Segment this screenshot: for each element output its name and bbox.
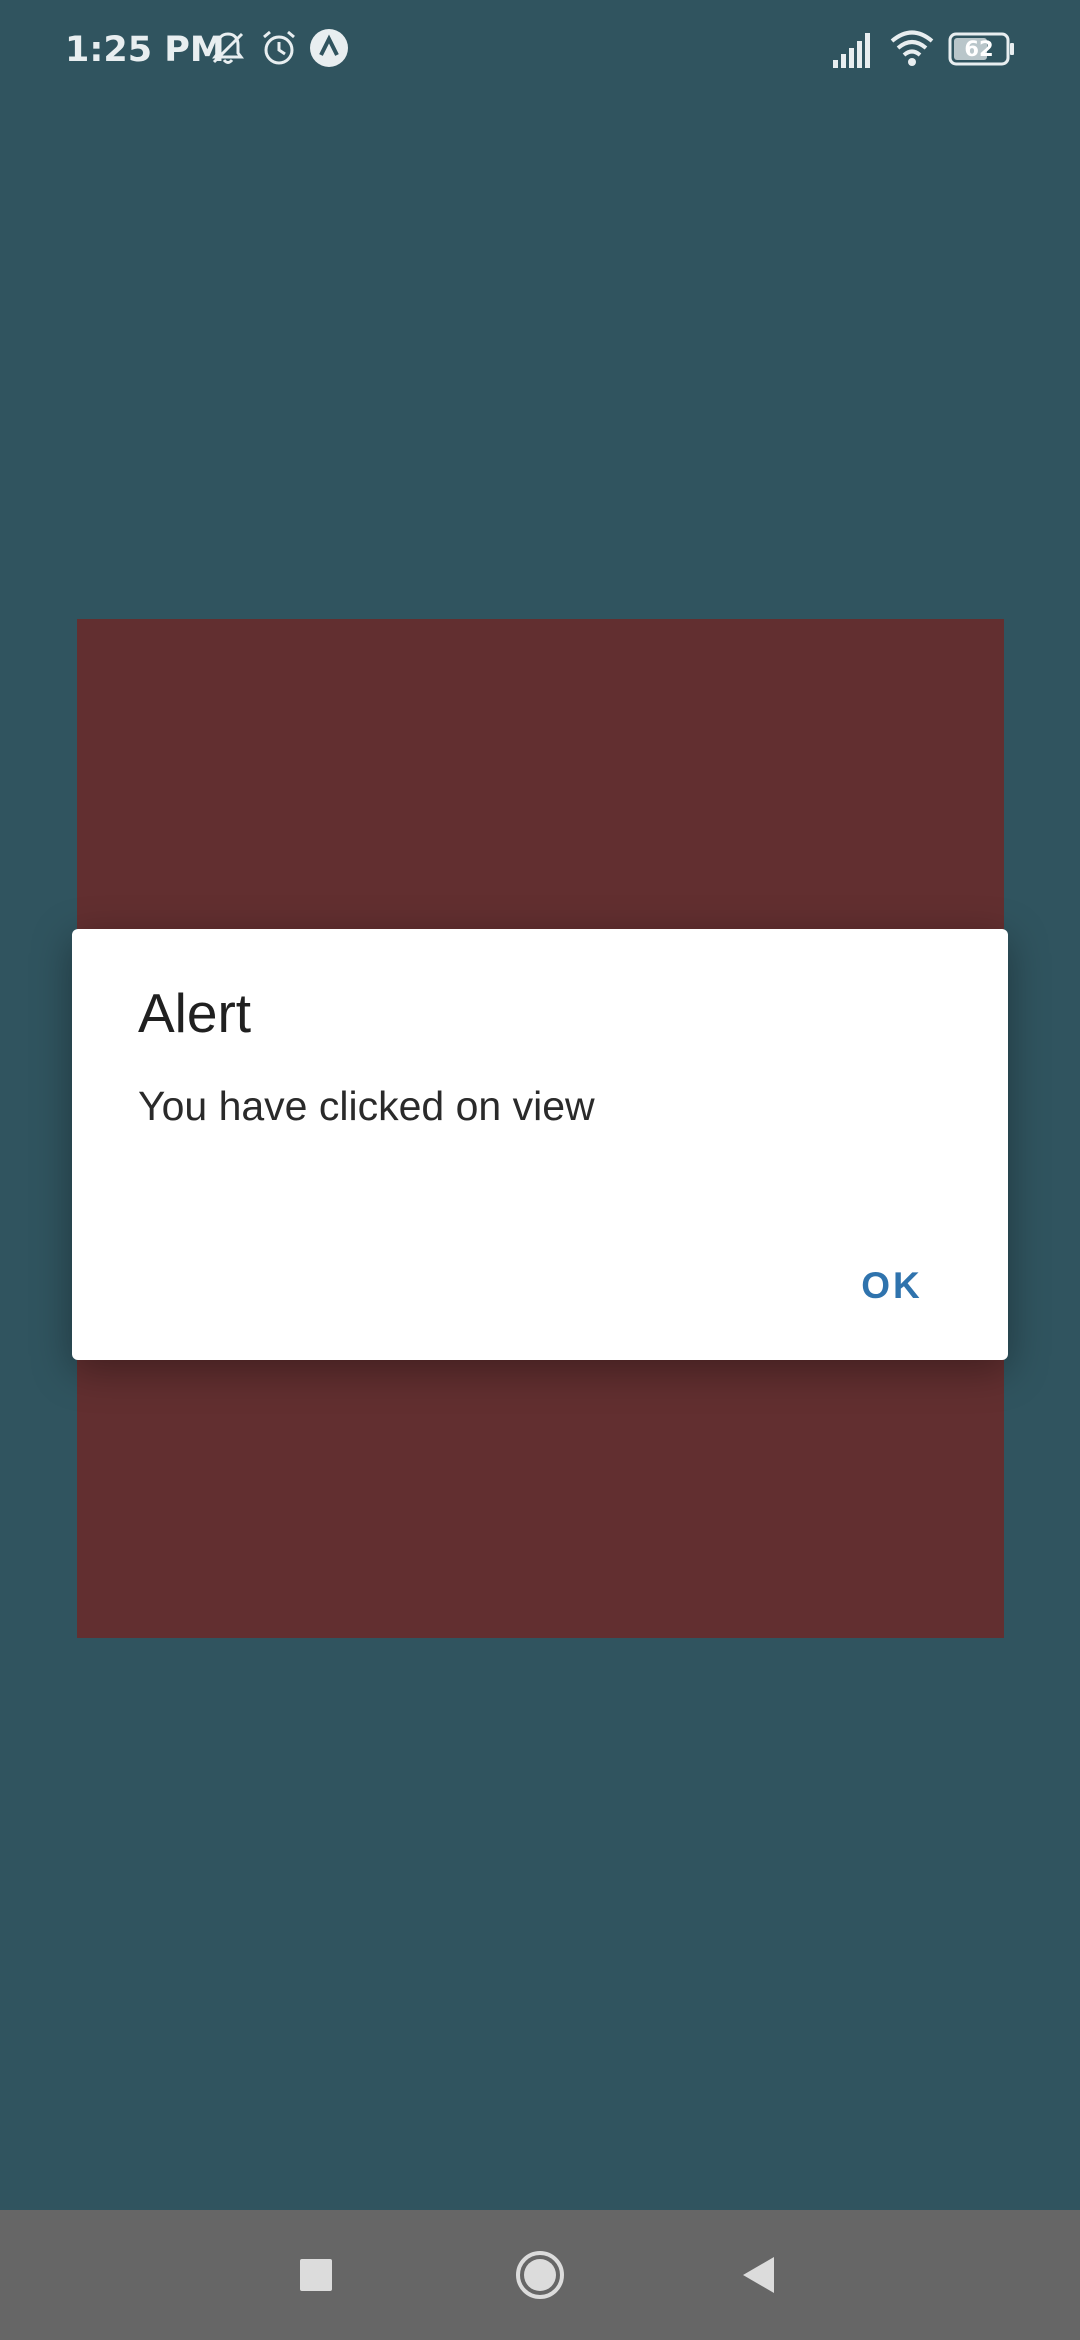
screen: 1:25 PM 62 Alert You have clicked on vie… [0, 0, 1080, 2340]
alert-title: Alert [138, 982, 252, 1044]
status-bar: 1:25 PM 62 [0, 0, 1080, 100]
alert-message: You have clicked on view [138, 1083, 595, 1129]
alarm-icon [263, 30, 295, 65]
status-time: 1:25 PM [65, 30, 225, 70]
back-button[interactable] [725, 2240, 795, 2310]
app-notification-icon [310, 29, 348, 67]
home-button[interactable] [505, 2240, 575, 2310]
alert-dialog: Alert You have clicked on view OK [72, 929, 1008, 1360]
back-icon [743, 2257, 774, 2293]
bell-muted-icon [212, 32, 244, 64]
home-icon [516, 2251, 564, 2299]
navigation-bar [0, 2210, 1080, 2340]
recents-button[interactable] [281, 2240, 351, 2310]
signal-icon [833, 33, 870, 68]
recents-icon [300, 2259, 332, 2291]
battery-level: 62 [964, 37, 994, 61]
battery-indicator: 62 [948, 32, 1016, 66]
wifi-icon [890, 30, 934, 66]
ok-button[interactable]: OK [832, 1251, 952, 1321]
